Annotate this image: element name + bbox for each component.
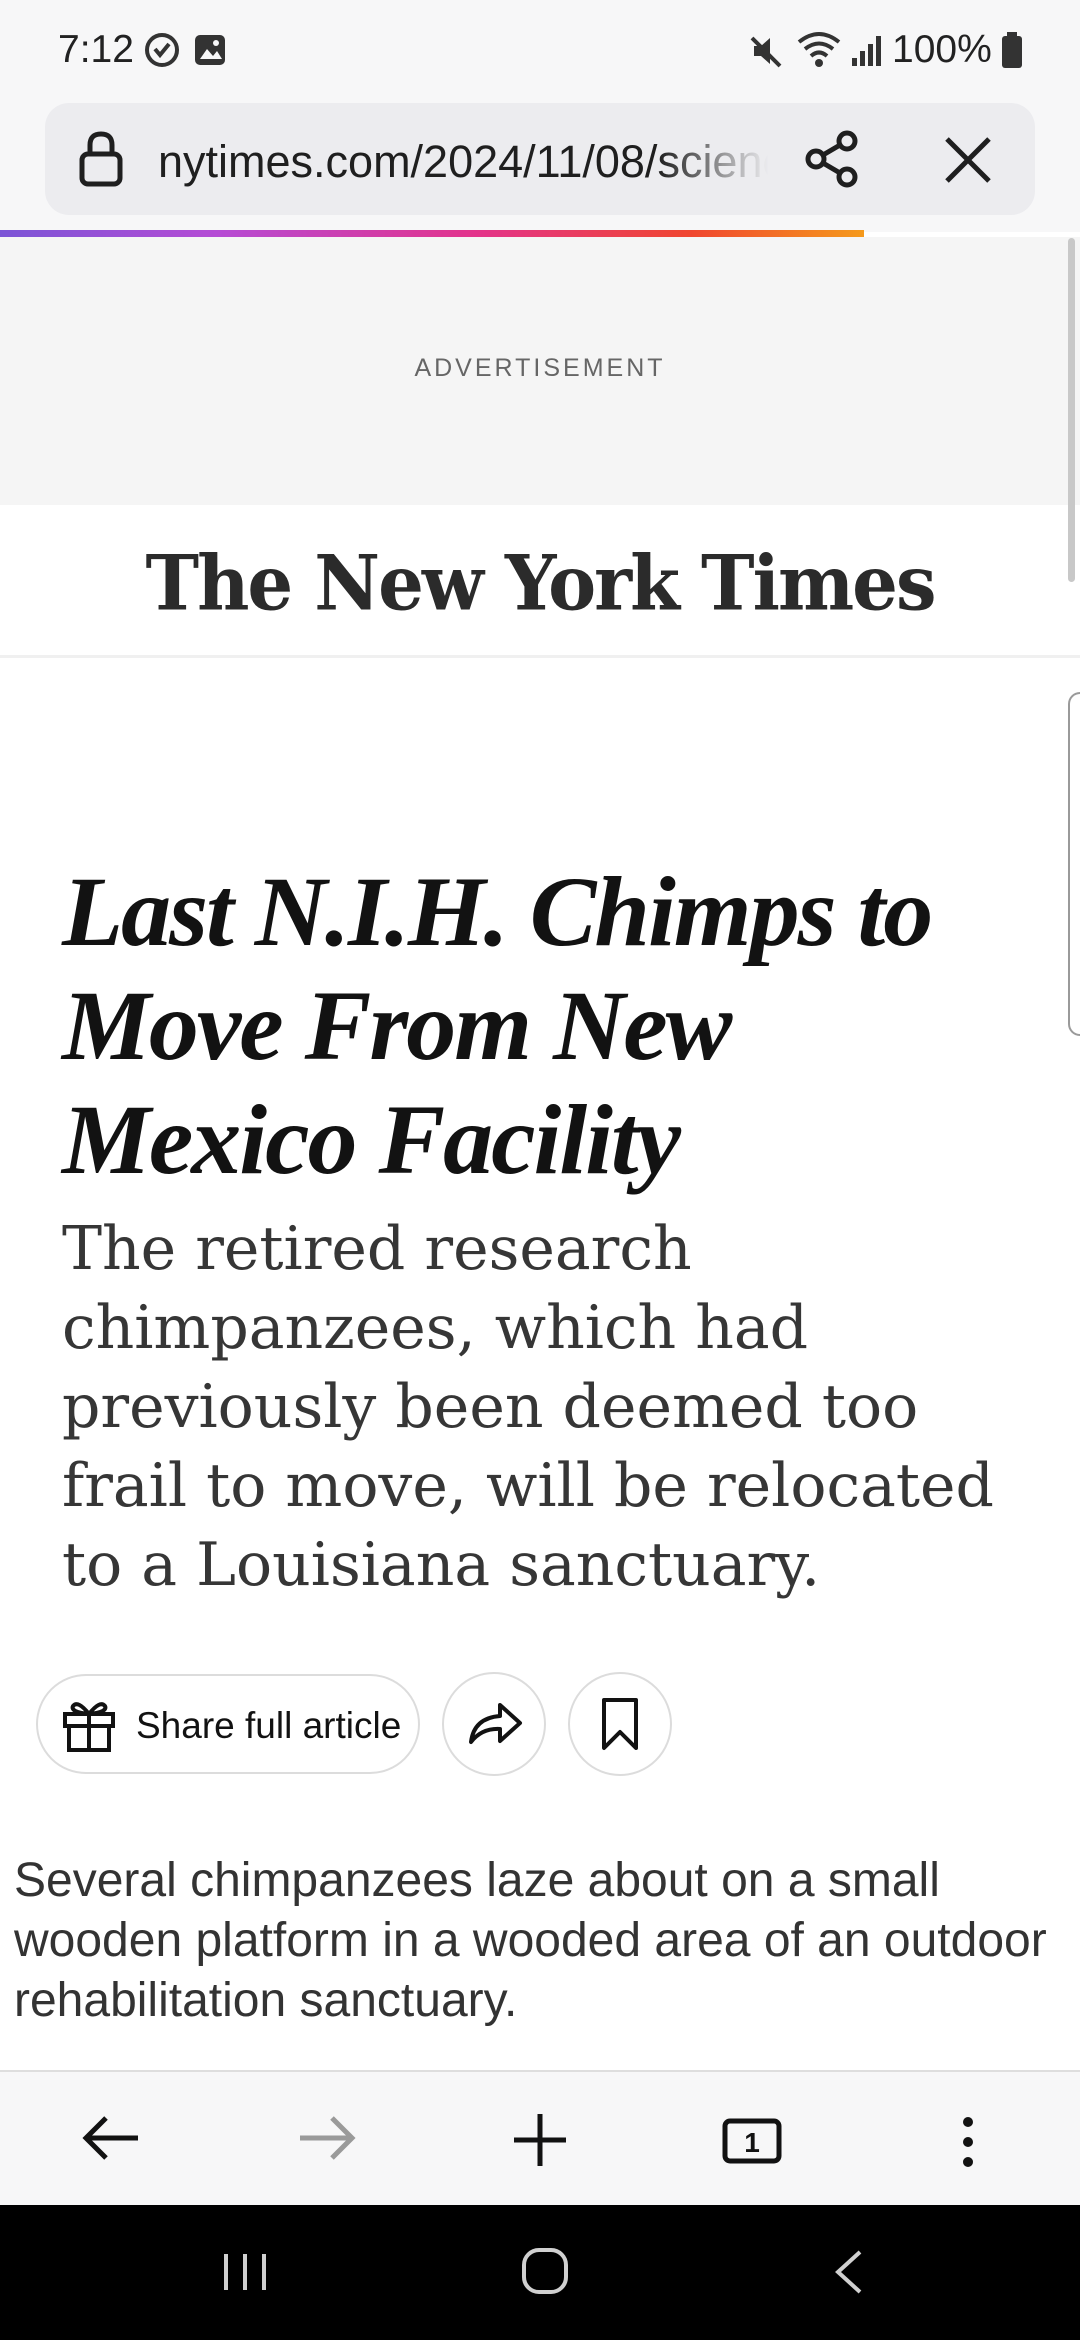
mute-icon — [750, 36, 782, 68]
new-tab-plus-icon[interactable] — [512, 2112, 568, 2168]
back-icon[interactable] — [830, 2248, 866, 2296]
url-text[interactable]: nytimes.com/2024/11/08/science/chimpanze… — [158, 132, 768, 192]
article-headline: Last N.I.H. Chimps to Move From New Mexi… — [62, 856, 933, 1195]
status-time: 7:12 — [58, 28, 134, 71]
more-vertical-icon[interactable] — [956, 2114, 980, 2170]
back-arrow-icon[interactable] — [82, 2114, 142, 2162]
bookmark-icon — [602, 1698, 638, 1750]
battery-percentage: 100% — [892, 28, 992, 71]
home-icon[interactable] — [520, 2246, 570, 2296]
advertisement-label: ADVERTISEMENT — [414, 354, 666, 382]
gallery-icon — [195, 35, 225, 65]
share-icon[interactable] — [804, 130, 862, 188]
tab-switcher-icon[interactable]: 1 — [722, 2116, 782, 2166]
recent-apps-icon[interactable] — [220, 2250, 270, 2294]
tab-count: 1 — [744, 2127, 760, 2158]
share-arrow-icon — [469, 1703, 522, 1744]
close-icon[interactable] — [942, 134, 994, 186]
page-load-progress — [0, 230, 864, 237]
nyt-logo[interactable]: The New York Times — [0, 538, 1080, 627]
vpn-shield-icon — [145, 33, 179, 67]
image-caption: Several chimpanzees laze about on a smal… — [14, 1854, 1047, 2027]
wifi-icon — [797, 32, 841, 67]
lock-icon — [79, 131, 123, 187]
scrollbar-thumb[interactable] — [1068, 238, 1075, 582]
gift-icon — [63, 1702, 115, 1752]
share-full-article-label: Share full article — [136, 1705, 402, 1746]
article-summary: The retired research chimpanzees, which … — [62, 1214, 994, 1600]
battery-icon — [1002, 32, 1022, 68]
forward-arrow-icon[interactable] — [296, 2114, 356, 2162]
side-panel-handle[interactable] — [1068, 692, 1080, 1036]
signal-icon — [852, 36, 881, 66]
